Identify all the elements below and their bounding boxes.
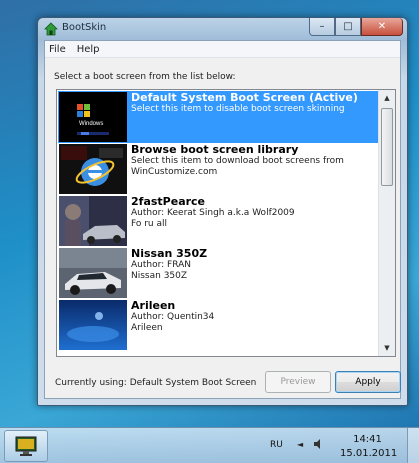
apply-button[interactable]: Apply [335,371,401,393]
list-item-author: Author: Quentin34 [131,312,215,322]
list-item-description: Nissan 350Z [131,271,188,281]
menu-file[interactable]: File [49,44,66,55]
list-item-description: Fo ru all [131,219,168,229]
list-item-description: Select this item to disable boot screen … [131,104,345,114]
system-clock[interactable]: 14:41 15.01.2011 [340,433,398,461]
list-scrollbar[interactable]: ▲ ▼ [378,90,395,356]
window-title: BootSkin [62,22,107,33]
list-item-title: 2fastPearce [131,195,206,208]
list-item-author: Author: Keerat Singh a.k.a Wolf2009 [131,208,295,218]
internet-explorer-icon [59,144,127,194]
list-item-description: Arileen [131,323,163,333]
boot-screen-list[interactable]: Windows Default System Boot Screen (Acti… [56,89,396,357]
taskbar: RU ◄ 14:41 15.01.2011 [0,427,419,463]
list-item[interactable]: Browse boot screen library Select this i… [58,143,380,195]
list-item-title: Nissan 350Z [131,247,208,260]
minimize-button[interactable]: – [309,18,335,36]
scroll-down-arrow-icon[interactable]: ▼ [379,340,395,356]
list-item-description: WinCustomize.com [131,167,218,177]
svg-text:Windows: Windows [79,121,103,127]
clock-time: 14:41 [353,434,382,445]
list-item[interactable]: Windows Default System Boot Screen (Acti… [58,91,380,143]
window-client-area: File Help Select a boot screen from the … [44,40,401,399]
list-item-title: Arileen [131,299,176,312]
blue-thumbnail [59,300,127,350]
instruction-label: Select a boot screen from the list below… [54,72,236,82]
monitor-icon [15,436,37,456]
taskbar-bootskin-button[interactable] [4,430,48,462]
car-thumbnail [59,196,127,246]
list-item[interactable]: 2fastPearce Author: Keerat Singh a.k.a W… [58,195,380,247]
list-item-author: Author: FRAN [131,260,191,270]
current-boot-screen-status: Currently using: Default System Boot Scr… [55,378,257,388]
title-bar[interactable]: BootSkin – □ ✕ [38,18,407,40]
scroll-up-arrow-icon[interactable]: ▲ [379,90,395,106]
list-item-description: Select this item to download boot screen… [131,156,344,166]
bootskin-app-icon [44,22,58,36]
volume-icon[interactable] [313,438,323,450]
preview-button[interactable]: Preview [265,371,331,393]
close-button[interactable]: ✕ [361,18,403,36]
car-thumbnail [59,248,127,298]
menu-bar: File Help [45,41,400,58]
list-item-title: Default System Boot Screen (Active) [131,91,358,104]
window-controls: – □ ✕ [309,18,403,36]
list-item[interactable]: Nissan 350Z Author: FRAN Nissan 350Z [58,247,380,299]
list-item-title: Browse boot screen library [131,143,299,156]
tray-expand-icon[interactable]: ◄ [297,440,303,449]
maximize-button[interactable]: □ [335,18,361,36]
language-indicator[interactable]: RU [270,440,283,450]
scrollbar-thumb[interactable] [381,108,393,186]
clock-date: 15.01.2011 [340,448,398,459]
windows-xp-icon: Windows [59,92,127,142]
bootskin-window: BootSkin – □ ✕ File Help Select a boot s… [37,17,408,406]
show-desktop-button[interactable] [407,428,419,463]
menu-help[interactable]: Help [77,44,100,55]
list-item[interactable]: Arileen Author: Quentin34 Arileen [58,299,380,351]
